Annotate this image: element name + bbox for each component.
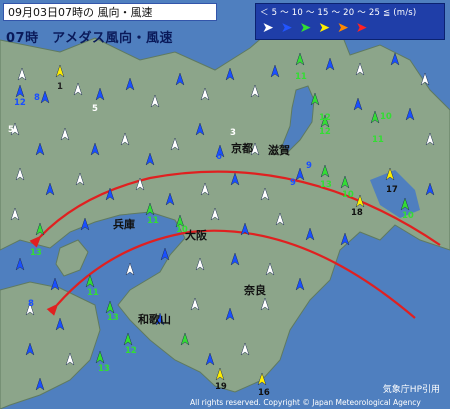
wind-value: 12: [319, 127, 331, 137]
place-hyogo: 兵庫: [113, 218, 135, 231]
legend-icons: ➤➤➤➤➤➤: [262, 20, 374, 36]
place-wakayama: 和歌山: [138, 313, 171, 326]
arrow-icon-10-15: ➤: [299, 20, 319, 36]
copyright: All rights reserved. Copyright © Japan M…: [190, 398, 421, 407]
map-canvas: [0, 0, 450, 409]
arrow-icon-25plus: ➤: [355, 20, 375, 36]
legend-scale: ＜ 5 〜 10 〜 15 〜 20 〜 25 ≦ (m/s): [260, 8, 417, 18]
wind-value: 3: [230, 128, 236, 138]
arrow-icon-lt5: ➤: [262, 20, 281, 36]
wind-value: 16: [258, 388, 270, 398]
wind-value: 13: [30, 248, 42, 258]
arrow-icon-20-25: ➤: [336, 20, 356, 36]
wind-value: 12: [125, 346, 137, 356]
wind-value: 6: [216, 152, 222, 162]
wind-value: 17: [386, 185, 398, 195]
wind-value: 9: [306, 161, 312, 171]
wind-value: 12: [14, 98, 26, 108]
wind-value: 11: [295, 72, 307, 82]
wind-value: 8: [34, 93, 40, 103]
wind-value: 5: [92, 104, 98, 114]
wind-value: 10: [342, 190, 354, 200]
source-credit: 気象庁HP引用: [382, 385, 440, 395]
wind-value: 10: [176, 225, 188, 235]
map-subtitle: 07時 アメダス風向・風速: [6, 31, 173, 46]
wind-value: 13: [98, 364, 110, 374]
map-title: 09月03日07時の 風向・風速: [3, 3, 217, 21]
wind-value: 10: [402, 211, 414, 221]
arrow-icon-15-20: ➤: [318, 20, 337, 36]
place-kyoto: 京都: [231, 142, 253, 155]
place-osaka: 大阪: [185, 229, 207, 242]
place-shiga: 滋賀: [268, 144, 290, 157]
wind-value: 10: [380, 112, 392, 122]
wind-value: 8: [28, 299, 34, 309]
wind-value: 18: [351, 208, 363, 218]
wind-value: 9: [290, 178, 296, 188]
wind-value: 19: [215, 382, 227, 392]
wind-value: 13: [320, 180, 332, 190]
wind-value: 11: [87, 288, 99, 298]
wind-value: 13: [107, 313, 119, 323]
wind-value: 11: [147, 216, 159, 226]
wind-value: 11: [372, 135, 384, 145]
speed-legend: ＜ 5 〜 10 〜 15 〜 20 〜 25 ≦ (m/s) ➤➤➤➤➤➤: [255, 3, 445, 40]
wind-value: 12: [319, 113, 331, 123]
arrow-icon-5-10: ➤: [280, 20, 300, 36]
wind-value: 5: [8, 125, 14, 135]
wind-map: 09月03日07時の 風向・風速 07時 アメダス風向・風速 ＜ 5 〜 10 …: [0, 0, 450, 409]
wind-value: 1: [57, 82, 63, 92]
place-nara: 奈良: [244, 284, 266, 297]
